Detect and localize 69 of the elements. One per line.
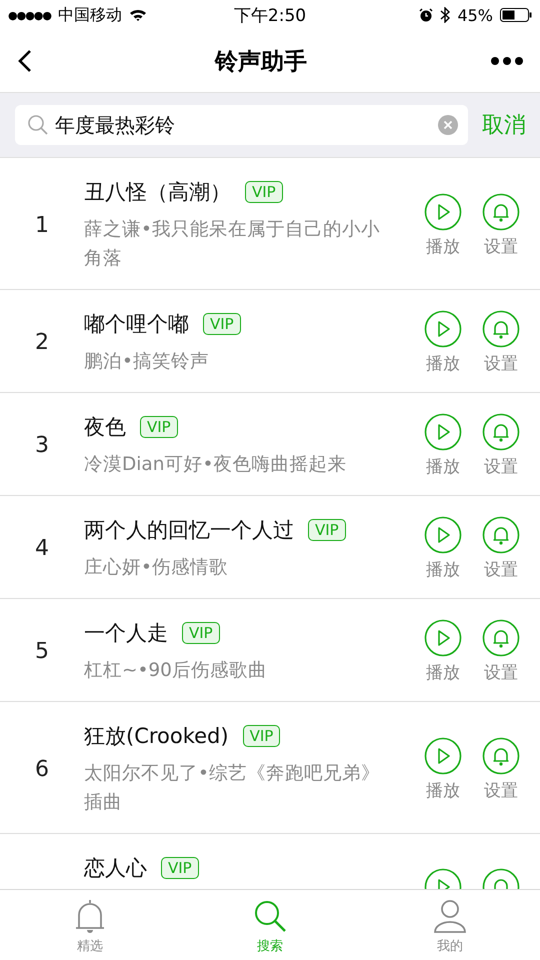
battery-icon	[500, 8, 532, 22]
bell-icon	[482, 736, 520, 774]
song-artist: 薛之谦•我只能呆在属于自己的小小角落	[84, 218, 381, 271]
rank-number: 2	[34, 330, 50, 355]
tab-item[interactable]: 搜索	[180, 890, 360, 960]
vip-badge: VIP	[308, 519, 346, 541]
rank-number: 1	[34, 212, 50, 238]
play-icon	[424, 192, 462, 230]
clear-icon[interactable]	[438, 115, 458, 135]
tab-item[interactable]: 精选	[0, 890, 180, 960]
play-button[interactable]: 播放	[424, 192, 462, 258]
song-title: 两个人的回忆一个人过	[84, 517, 294, 544]
bluetooth-icon	[440, 7, 450, 23]
vip-badge: VIP	[245, 181, 283, 203]
set-ringtone-button[interactable]: 设置	[482, 619, 520, 684]
bell-icon	[482, 516, 520, 554]
vip-badge: VIP	[182, 622, 220, 644]
set-ringtone-button[interactable]: 设置	[482, 516, 520, 581]
vip-badge: VIP	[140, 416, 178, 438]
song-artist: 庄心妍•伤感情歌	[84, 556, 229, 580]
song-artist: 杠杠~•90后伤感歌曲	[84, 659, 268, 683]
vip-badge: VIP	[242, 725, 280, 747]
rank-number: 6	[34, 756, 50, 782]
play-button[interactable]: 播放	[424, 619, 462, 684]
more-icon	[490, 56, 524, 66]
set-ringtone-button[interactable]: 设置	[482, 736, 520, 802]
play-button[interactable]: 播放	[424, 310, 462, 375]
play-icon	[424, 310, 462, 348]
set-ringtone-button[interactable]: 设置	[482, 413, 520, 478]
alarm-clock-icon	[419, 8, 434, 22]
play-icon	[424, 516, 462, 554]
song-title: 夜色	[84, 414, 126, 441]
back-icon	[18, 49, 32, 73]
song-artist: 鹏泊•搞笑铃声	[84, 350, 210, 374]
search-icon	[27, 114, 49, 136]
bell-icon	[482, 413, 520, 451]
play-button[interactable]: 播放	[424, 516, 462, 581]
play-icon	[424, 736, 462, 774]
song-artist: 太阳尔不见了•综艺《奔跑吧兄弟》插曲	[84, 762, 381, 815]
play-icon	[424, 619, 462, 657]
search-field[interactable]: 年度最热彩铃	[15, 105, 468, 145]
set-ringtone-button[interactable]: 设置	[482, 192, 520, 258]
rank-number: 3	[34, 433, 50, 458]
bell-icon	[482, 310, 520, 348]
vip-badge: VIP	[203, 313, 241, 335]
bell-icon	[482, 619, 520, 657]
carrier-name: 中国移动	[58, 4, 122, 26]
play-button[interactable]: 播放	[424, 413, 462, 478]
set-ringtone-button[interactable]: 设置	[482, 310, 520, 375]
bell-icon	[482, 192, 520, 230]
rank-number: 4	[34, 536, 50, 561]
cancel-button[interactable]: 取消	[482, 110, 526, 140]
status-time: 下午2:50	[234, 4, 306, 26]
battery-percent: 45%	[457, 6, 493, 24]
song-artist: 冷漠Dian可好•夜色嗨曲摇起来	[84, 453, 348, 477]
song-title: 丑八怪（高潮）	[84, 179, 231, 206]
song-title: 嘟个哩个嘟	[84, 311, 189, 338]
rank-number: 5	[34, 639, 50, 664]
wifi-icon	[129, 8, 147, 22]
play-button[interactable]: 播放	[424, 736, 462, 802]
song-title: 恋人心	[84, 855, 147, 882]
search-input[interactable]: 年度最热彩铃	[55, 113, 432, 137]
page-title: 铃声助手	[215, 48, 307, 76]
play-icon	[424, 413, 462, 451]
song-title: 狂放(Crooked)	[84, 723, 229, 750]
tab-item[interactable]: 我的	[360, 890, 540, 960]
vip-badge: VIP	[161, 857, 199, 879]
song-title: 一个人走	[84, 620, 168, 647]
signal-dots: ●●●●●	[8, 8, 51, 22]
